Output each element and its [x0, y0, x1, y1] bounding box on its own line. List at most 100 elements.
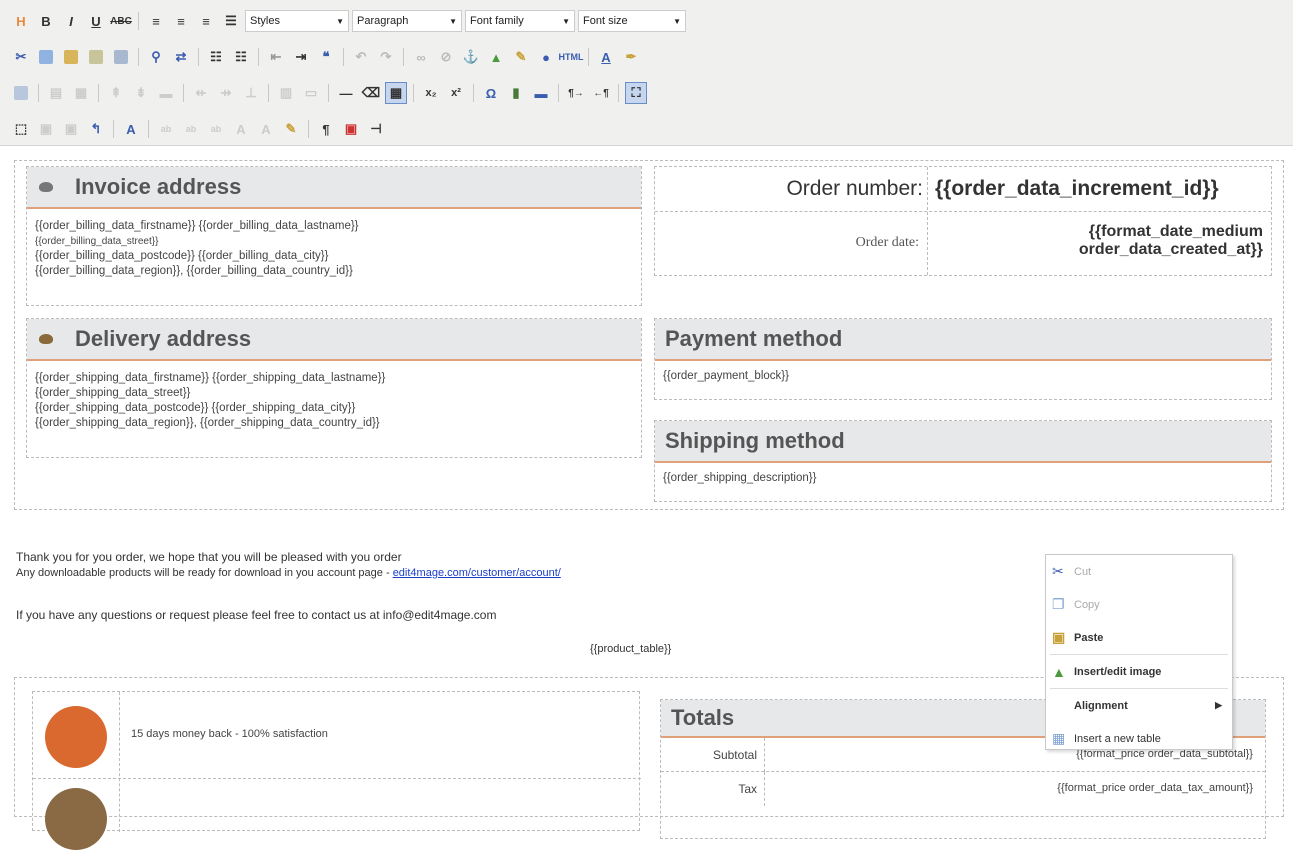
- indent-icon[interactable]: ⇥: [290, 46, 312, 68]
- ltr-icon[interactable]: ¶→: [565, 82, 587, 104]
- toolbar-separator: [113, 120, 114, 138]
- align-right-icon[interactable]: ≡: [195, 10, 217, 32]
- paste-word-icon[interactable]: [110, 46, 132, 68]
- template-icon[interactable]: ▣: [340, 118, 362, 140]
- merge-cells-icon[interactable]: ▭: [300, 82, 322, 104]
- cite-icon[interactable]: ab: [155, 118, 177, 140]
- font-family-select[interactable]: Font family ▼: [465, 10, 575, 32]
- toolbar-row-3: ▤ ▦ ⇞ ⇟ ▬ ⇷ ⇸ ⊥ ▥ ▭ — ⌫ ▦ x₂ x² Ω ▮ ▬ ¶→…: [10, 80, 647, 106]
- download-text: Any downloadable products will be ready …: [16, 567, 561, 579]
- link-icon[interactable]: ∞: [410, 46, 432, 68]
- strikethrough-button[interactable]: ABC: [110, 10, 132, 32]
- toolbar-separator: [268, 84, 269, 102]
- divider: [33, 778, 641, 779]
- styles-select[interactable]: Styles ▼: [245, 10, 349, 32]
- delivery-line: {{order_shipping_data_firstname}} {{orde…: [35, 372, 386, 384]
- menu-item-cut[interactable]: ✂ Cut: [1046, 555, 1232, 588]
- menu-item-insert-image[interactable]: ▲ Insert/edit image: [1046, 655, 1232, 688]
- fullscreen-icon[interactable]: ⛶: [625, 82, 647, 104]
- divider: [119, 692, 120, 832]
- align-left-icon[interactable]: ≡: [145, 10, 167, 32]
- undo-icon[interactable]: ↶: [350, 46, 372, 68]
- table-icon[interactable]: [10, 82, 32, 104]
- help-icon[interactable]: ●: [535, 46, 557, 68]
- cell-props-icon[interactable]: ▦: [70, 82, 92, 104]
- redo-icon[interactable]: ↷: [375, 46, 397, 68]
- abbr-icon[interactable]: ab: [180, 118, 202, 140]
- show-blocks-icon[interactable]: ¶: [315, 118, 337, 140]
- superscript-icon[interactable]: x²: [445, 82, 467, 104]
- move-forward-icon[interactable]: ▣: [35, 118, 57, 140]
- menu-item-insert-table[interactable]: ▦ Insert a new table: [1046, 722, 1232, 755]
- toolbar-separator: [588, 48, 589, 66]
- delete-row-icon[interactable]: ▬: [155, 82, 177, 104]
- insert-row-after-icon[interactable]: ⇟: [130, 82, 152, 104]
- cleanup-icon[interactable]: ✎: [510, 46, 532, 68]
- cut-icon[interactable]: ✂: [10, 46, 32, 68]
- anchor-icon[interactable]: ⚓: [460, 46, 482, 68]
- row-props-icon[interactable]: ▤: [45, 82, 67, 104]
- toolbar-separator: [413, 84, 414, 102]
- font-size-select[interactable]: Font size ▼: [578, 10, 686, 32]
- style-props-icon[interactable]: A: [120, 118, 142, 140]
- delete-col-icon[interactable]: ⊥: [240, 82, 262, 104]
- rtl-icon[interactable]: ←¶: [590, 82, 612, 104]
- order-date-label: Order date:: [855, 235, 919, 250]
- copy-icon[interactable]: [35, 46, 57, 68]
- insert-row-before-icon[interactable]: ⇞: [105, 82, 127, 104]
- unlink-icon[interactable]: ⊘: [435, 46, 457, 68]
- del-icon[interactable]: A: [230, 118, 252, 140]
- guarantee-text: 15 days money back - 100% satisfaction: [131, 728, 328, 740]
- blockquote-icon[interactable]: ❝: [315, 46, 337, 68]
- text-color-icon[interactable]: A: [595, 46, 617, 68]
- save-icon[interactable]: H: [10, 10, 32, 32]
- background-color-icon[interactable]: ✒: [620, 46, 642, 68]
- attribs-icon[interactable]: ✎: [280, 118, 302, 140]
- cut-icon: ✂: [1052, 563, 1064, 579]
- numbered-list-icon[interactable]: ☷: [230, 46, 252, 68]
- align-justify-icon[interactable]: ☰: [220, 10, 242, 32]
- download-text-prefix: Any downloadable products will be ready …: [16, 567, 393, 579]
- paste-text-icon[interactable]: [85, 46, 107, 68]
- bold-button[interactable]: B: [35, 10, 57, 32]
- insert-col-after-icon[interactable]: ⇸: [215, 82, 237, 104]
- special-char-icon[interactable]: Ω: [480, 82, 502, 104]
- media-icon[interactable]: ▮: [505, 82, 527, 104]
- code-icon[interactable]: HTML: [559, 46, 584, 68]
- subscript-icon[interactable]: x₂: [420, 82, 442, 104]
- bullet-list-icon[interactable]: ☷: [205, 46, 227, 68]
- acronym-icon[interactable]: ab: [205, 118, 227, 140]
- find-icon[interactable]: ⚲: [145, 46, 167, 68]
- insert-layer-icon[interactable]: ⬚: [10, 118, 32, 140]
- visual-aid-icon[interactable]: ▦: [385, 82, 407, 104]
- replace-icon[interactable]: ⇄: [170, 46, 192, 68]
- image-icon[interactable]: ▲: [485, 46, 507, 68]
- menu-item-alignment[interactable]: Alignment ▶: [1046, 689, 1232, 722]
- outdent-icon[interactable]: ⇤: [265, 46, 287, 68]
- paste-icon[interactable]: [60, 46, 82, 68]
- italic-button[interactable]: I: [60, 10, 82, 32]
- toolbar-separator: [258, 48, 259, 66]
- split-cells-icon[interactable]: ▥: [275, 82, 297, 104]
- pagebreak-icon[interactable]: ⊣: [365, 118, 387, 140]
- format-select[interactable]: Paragraph ▼: [352, 10, 462, 32]
- iframe-icon[interactable]: ▬: [530, 82, 552, 104]
- toolbar-separator: [148, 120, 149, 138]
- ins-icon[interactable]: A: [255, 118, 277, 140]
- order-number-label: Order number:: [786, 177, 923, 200]
- menu-item-label: Copy: [1074, 598, 1100, 611]
- align-center-icon[interactable]: ≡: [170, 10, 192, 32]
- menu-item-copy[interactable]: ❐ Copy: [1046, 588, 1232, 621]
- absolute-icon[interactable]: ↰: [85, 118, 107, 140]
- account-link[interactable]: edit4mage.com/customer/account/: [393, 567, 561, 579]
- totals-row: Tax {{format_price order_data_tax_amount…: [661, 772, 1265, 806]
- format-select-label: Paragraph: [357, 15, 409, 27]
- menu-item-paste[interactable]: ▣ Paste: [1046, 621, 1232, 654]
- remove-format-icon[interactable]: ⌫: [360, 82, 382, 104]
- underline-button[interactable]: U: [85, 10, 107, 32]
- horizontal-rule-icon[interactable]: —: [335, 82, 357, 104]
- invoice-address-header: Invoice address: [27, 167, 641, 209]
- move-backward-icon[interactable]: ▣: [60, 118, 82, 140]
- order-number-value: {{order_data_increment_id}}: [935, 177, 1219, 200]
- insert-col-before-icon[interactable]: ⇷: [190, 82, 212, 104]
